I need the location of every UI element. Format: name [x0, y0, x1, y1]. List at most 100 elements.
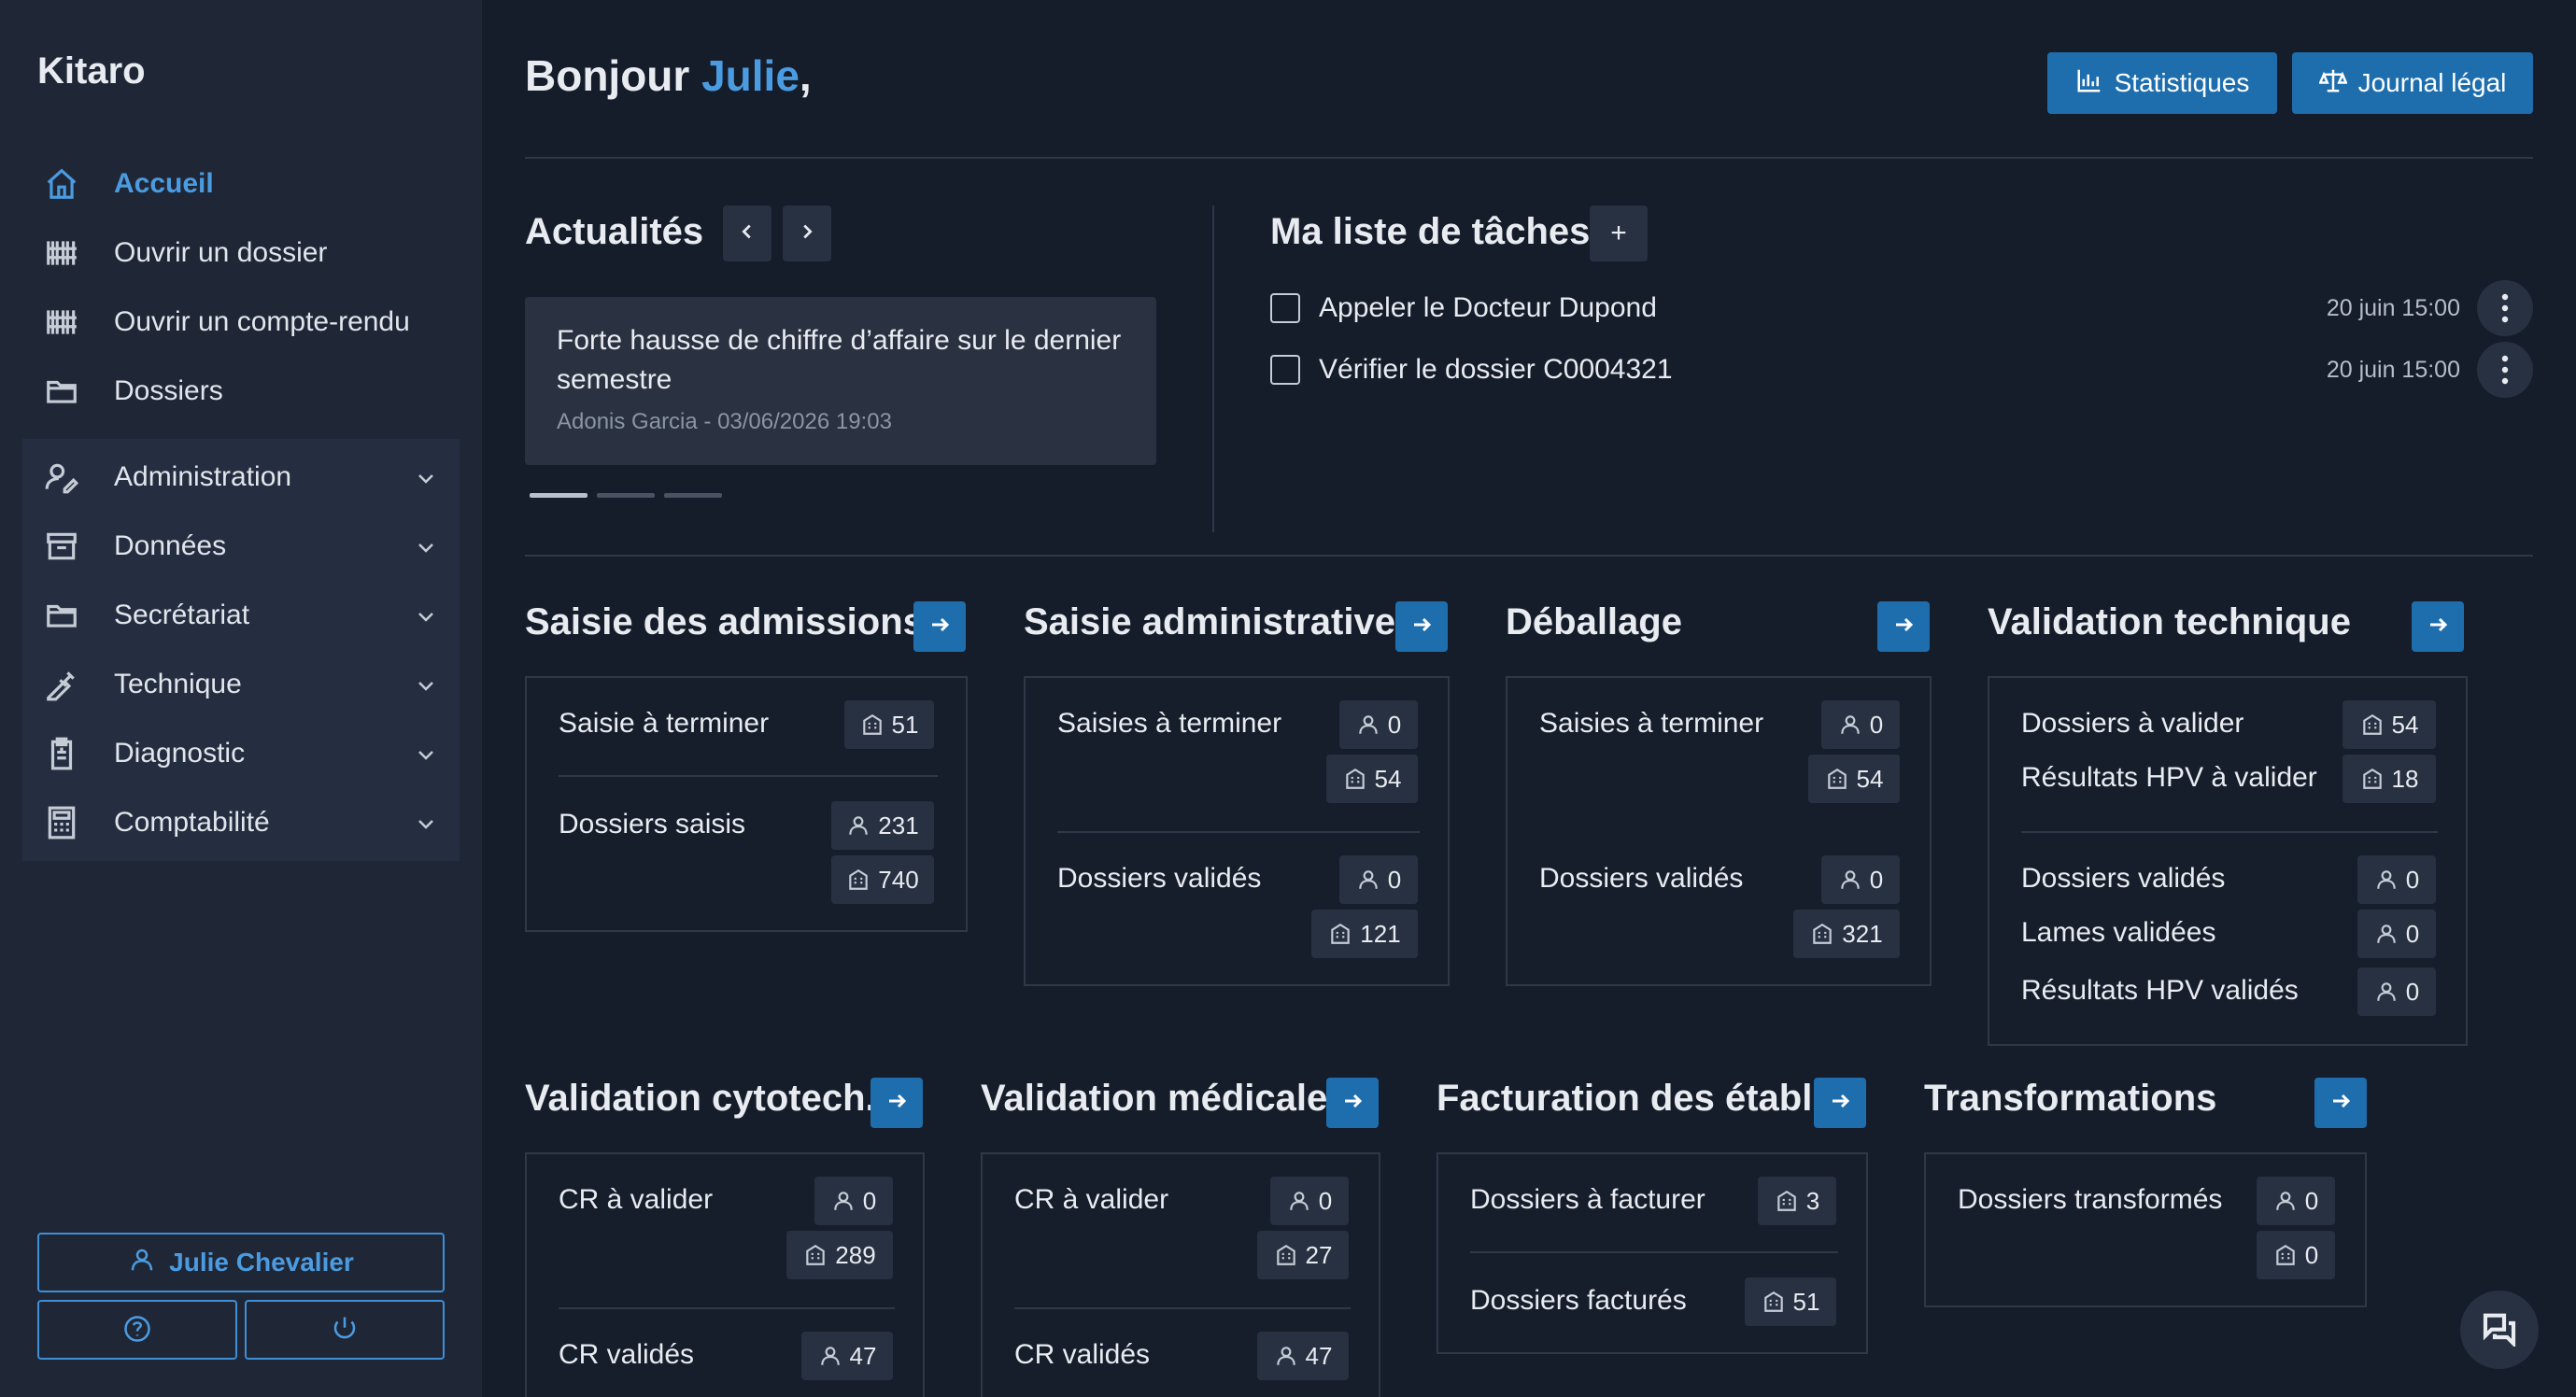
- count-badge[interactable]: 0: [1339, 700, 1418, 749]
- count-value: 47: [1305, 1341, 1333, 1370]
- sidebar-item-accueil[interactable]: Accueil: [22, 149, 460, 219]
- open-technique-button[interactable]: [2412, 601, 2464, 652]
- add-task-button[interactable]: +: [1590, 205, 1648, 261]
- help-button[interactable]: [37, 1300, 237, 1360]
- barcode-icon: [43, 234, 80, 272]
- count-badge[interactable]: 121: [1311, 910, 1418, 958]
- sidebar-item-ouvrir-dossier[interactable]: Ouvrir un dossier: [22, 219, 460, 288]
- count-badge[interactable]: 0: [1270, 1177, 1349, 1225]
- carousel-dot[interactable]: [597, 493, 655, 498]
- user-icon: [1359, 715, 1378, 734]
- bar-chart-icon: [2075, 66, 2103, 101]
- count-value: 54: [1856, 764, 1884, 793]
- brand-logo[interactable]: Kitaro: [37, 50, 146, 92]
- sidebar-item-secretariat[interactable]: Secrétariat: [22, 581, 460, 650]
- logout-button[interactable]: [245, 1300, 445, 1360]
- count-badge[interactable]: 18: [2342, 755, 2436, 803]
- arrow-right-icon: [928, 614, 951, 641]
- greeting-text: Bonjour: [525, 51, 702, 100]
- sidebar-item-administration[interactable]: Administration: [22, 443, 460, 512]
- count-badge[interactable]: 47: [801, 1332, 893, 1380]
- count-badge[interactable]: 321: [1793, 910, 1900, 958]
- user-icon: [2377, 982, 2396, 1001]
- row-label: Dossiers facturés: [1470, 1285, 1687, 1316]
- building-icon: [2276, 1244, 2295, 1265]
- row-label: Dossiers validés: [2021, 863, 2226, 894]
- count-badge[interactable]: 3: [1758, 1177, 1836, 1225]
- open-transformations-button[interactable]: [2314, 1078, 2367, 1128]
- count-badge[interactable]: 27: [1257, 1231, 1349, 1279]
- user-icon: [820, 1347, 840, 1365]
- carousel-dot[interactable]: [664, 493, 722, 498]
- task-checkbox[interactable]: [1270, 355, 1300, 385]
- news-headline: Forte hausse de chiffre d’affaire sur le…: [557, 325, 1122, 395]
- section-divider: [1212, 205, 1214, 532]
- count-value: 0: [1387, 865, 1402, 894]
- count-badge[interactable]: 0: [1339, 855, 1418, 904]
- count-badge[interactable]: 740: [831, 855, 934, 904]
- arrow-right-icon: [1892, 614, 1915, 641]
- count-badge[interactable]: 54: [1808, 755, 1900, 803]
- sidebar-item-diagnostic[interactable]: Diagnostic: [22, 719, 460, 788]
- count-badge[interactable]: 0: [2357, 910, 2436, 958]
- card-title-admissions: Saisie des admissions: [525, 601, 924, 642]
- card-title-facturation: Facturation des établ.: [1437, 1078, 1823, 1119]
- sidebar: Kitaro Accueil Ouvrir un dossier Ouvrir …: [0, 0, 482, 1397]
- open-admissions-button[interactable]: [913, 601, 966, 652]
- count-value: 47: [849, 1341, 877, 1370]
- barcode-icon: [43, 303, 80, 341]
- task-menu-button[interactable]: [2477, 280, 2533, 336]
- count-value: 51: [1792, 1287, 1820, 1316]
- task-menu-button[interactable]: [2477, 342, 2533, 398]
- count-badge[interactable]: 51: [1745, 1277, 1836, 1326]
- count-badge[interactable]: 289: [786, 1231, 893, 1279]
- count-badge[interactable]: 0: [814, 1177, 893, 1225]
- count-value: 27: [1305, 1240, 1333, 1269]
- card-technique: Dossiers à valider 54 Résultats HPV à va…: [1988, 676, 2468, 1046]
- news-card[interactable]: Forte hausse de chiffre d’affaire sur le…: [525, 297, 1156, 465]
- more-vertical-icon: [2501, 293, 2509, 323]
- building-icon: [849, 868, 869, 890]
- sidebar-item-label: Diagnostic: [114, 738, 246, 769]
- count-badge[interactable]: 54: [2342, 700, 2436, 749]
- open-deballage-button[interactable]: [1877, 601, 1930, 652]
- open-facturation-button[interactable]: [1814, 1078, 1866, 1128]
- count-badge[interactable]: 0: [1821, 700, 1900, 749]
- sidebar-item-label: Ouvrir un compte-rendu: [114, 306, 410, 337]
- statistics-button[interactable]: Statistiques: [2047, 52, 2277, 114]
- building-icon: [2362, 713, 2382, 735]
- sidebar-item-donnees[interactable]: Données: [22, 512, 460, 581]
- count-badge[interactable]: 0: [1821, 855, 1900, 904]
- open-cytotech-button[interactable]: [870, 1078, 923, 1128]
- sidebar-item-dossiers[interactable]: Dossiers: [22, 357, 460, 426]
- greeting-name: Julie: [701, 51, 800, 100]
- user-profile-button[interactable]: Julie Chevalier: [37, 1233, 445, 1292]
- sidebar-item-label: Données: [114, 530, 227, 561]
- count-badge[interactable]: 54: [1326, 755, 1418, 803]
- count-badge[interactable]: 51: [844, 700, 934, 749]
- row-label: CR validés: [559, 1339, 695, 1370]
- building-icon: [1331, 923, 1351, 944]
- arrow-right-icon: [2329, 1090, 2352, 1117]
- count-value: 51: [891, 710, 919, 739]
- open-administrative-button[interactable]: [1395, 601, 1448, 652]
- building-icon: [1777, 1190, 1796, 1211]
- sidebar-item-ouvrir-compte-rendu[interactable]: Ouvrir un compte-rendu: [22, 288, 460, 357]
- row-label: Dossiers saisis: [559, 809, 746, 840]
- count-badge[interactable]: 47: [1257, 1332, 1349, 1380]
- carousel-dot[interactable]: [530, 493, 587, 498]
- count-badge[interactable]: 0: [2257, 1231, 2335, 1279]
- sidebar-item-comptabilite[interactable]: Comptabilité: [22, 788, 460, 857]
- count-badge[interactable]: 0: [2357, 967, 2436, 1016]
- chat-button[interactable]: [2460, 1291, 2539, 1369]
- news-prev-button[interactable]: [723, 205, 771, 261]
- count-badge[interactable]: 0: [2257, 1177, 2335, 1225]
- count-badge[interactable]: 0: [2357, 855, 2436, 904]
- task-checkbox[interactable]: [1270, 293, 1300, 323]
- count-badge[interactable]: 231: [831, 801, 934, 850]
- open-medicale-button[interactable]: [1326, 1078, 1379, 1128]
- legal-journal-button[interactable]: Journal légal: [2292, 52, 2533, 114]
- news-next-button[interactable]: [783, 205, 831, 261]
- card-title-technique: Validation technique: [1988, 601, 2351, 642]
- sidebar-item-technique[interactable]: Technique: [22, 650, 460, 719]
